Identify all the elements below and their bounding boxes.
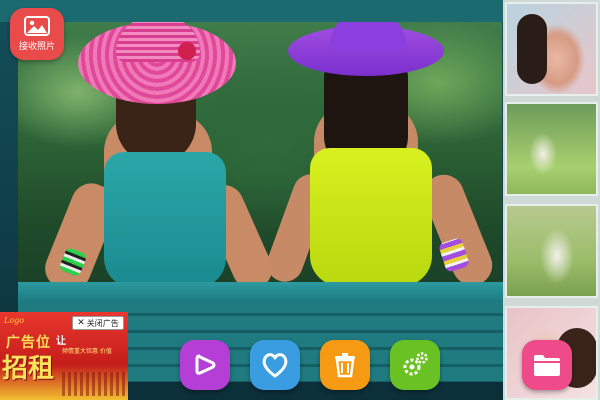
receive-photo-button[interactable]: 接收照片 (10, 8, 64, 60)
ad-logo: Logo (4, 316, 25, 325)
favorite-button[interactable] (250, 340, 300, 390)
ad-decor-text: 让 (56, 336, 66, 347)
settings-button[interactable] (390, 340, 440, 390)
receive-photo-label: 接收照片 (18, 42, 55, 52)
close-ad-button[interactable]: ✕ 关闭广告 (72, 316, 124, 330)
folder-icon (534, 355, 560, 376)
photo-viewer-app: 接收照片 Logo 让 广告位 招租 倾情重大钜惠 价值 ✕ 关闭广告 (0, 0, 600, 400)
main-photo[interactable] (18, 22, 502, 312)
thumbnail-detail (517, 14, 547, 84)
thumbnail-2[interactable] (505, 102, 598, 196)
photo-figure-part (104, 152, 226, 288)
ad-crowd-graphic (62, 372, 126, 396)
image-icon (24, 16, 50, 36)
photo-figure-part (310, 148, 432, 286)
close-icon: ✕ (77, 318, 85, 328)
play-button[interactable] (180, 340, 230, 390)
play-icon (195, 354, 216, 375)
close-ad-label: 关闭广告 (86, 318, 119, 328)
heart-icon (262, 353, 288, 378)
ad-subline: 倾情重大钜惠 价值 (62, 348, 112, 355)
delete-button[interactable] (320, 340, 370, 390)
gear-icon (403, 352, 428, 376)
bench-top (18, 282, 504, 302)
photo-figure-part (178, 42, 196, 60)
ad-headline-big: 招租 (2, 354, 55, 384)
thumbnail-1[interactable] (505, 2, 598, 96)
photo-figure-part (330, 22, 406, 52)
top-strip (0, 0, 504, 22)
thumbnail-3[interactable] (505, 204, 598, 298)
trash-icon (335, 353, 355, 378)
folder-button[interactable] (522, 340, 572, 390)
